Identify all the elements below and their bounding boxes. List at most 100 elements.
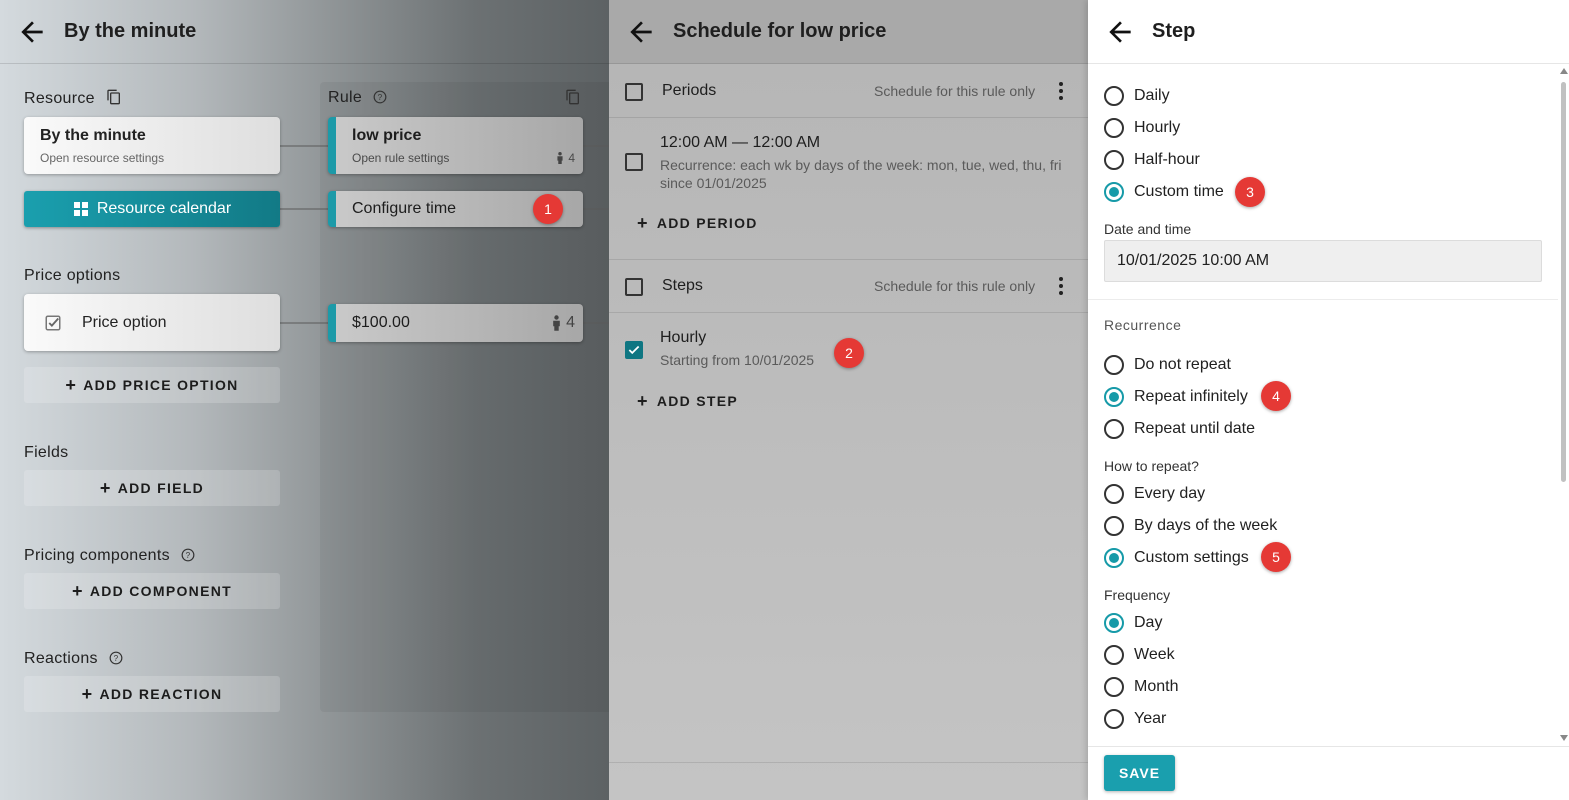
reactions-text: Reactions [24,650,98,667]
step-marker-2: 2 [834,338,864,368]
back-arrow-icon[interactable] [1104,16,1136,48]
plus-icon: + [637,213,649,233]
add-price-option-button[interactable]: + ADD PRICE OPTION [24,367,280,403]
period-recurrence: Recurrence: each wk by days of the week:… [660,157,1062,173]
rule-card[interactable]: low price Open rule settings 4 [328,117,583,174]
copy-icon[interactable] [106,89,122,105]
price-option-label: Price option [82,314,167,331]
add-component-button[interactable]: + ADD COMPONENT [24,573,280,609]
resource-label-text: Resource [24,90,95,107]
help-icon[interactable]: ? [109,651,123,665]
periods-label: Periods [662,82,717,99]
radio-label: Year [1134,710,1167,727]
pricing-components-text: Pricing components [24,547,170,564]
scrollbar[interactable] [1561,82,1566,482]
person-icon [553,315,560,331]
radio-label: Repeat until date [1134,420,1255,437]
more-vert-icon[interactable] [1058,82,1064,102]
help-icon[interactable]: ? [373,90,387,104]
resource-calendar-button[interactable]: Resource calendar [24,191,280,227]
radio-year[interactable]: Year [1104,709,1166,729]
person-icon [557,152,563,164]
radio-label: By days of the week [1134,517,1278,534]
radio-custom-time[interactable]: Custom time [1104,182,1224,202]
step-title: Step [1152,20,1196,42]
radio-ring [1104,677,1124,697]
add-period-button[interactable]: + ADD PERIOD [637,213,758,233]
step-item-checkbox[interactable] [625,341,643,359]
radio-custom-settings[interactable]: Custom settings [1104,548,1249,568]
check-icon [628,345,640,355]
step-name: Hourly [660,329,707,346]
radio-label: Month [1134,678,1179,695]
periods-note: Schedule for this rule only [874,83,1036,99]
plus-icon: + [65,375,78,395]
radio-ring [1104,355,1124,375]
svg-text:?: ? [378,93,383,102]
resource-card[interactable]: By the minute Open resource settings [24,117,280,174]
resource-sub: Open resource settings [40,151,165,165]
add-step-button[interactable]: + ADD STEP [637,391,738,411]
radio-half-hour[interactable]: Half-hour [1104,150,1200,170]
radio-do-not-repeat[interactable]: Do not repeat [1104,355,1231,375]
save-button[interactable]: SAVE [1104,755,1175,791]
radio-by-days-of-week[interactable]: By days of the week [1104,516,1277,536]
date-time-label: Date and time [1104,221,1192,237]
checkbox-check-icon [45,315,61,331]
price-value: $100.00 [352,314,410,331]
price-option-card[interactable]: Price option [24,294,280,351]
step-marker-5: 5 [1261,542,1291,572]
radio-month[interactable]: Month [1104,677,1178,697]
radio-ring [1104,613,1124,633]
date-time-input[interactable]: 10/01/2025 10:00 AM [1104,240,1542,282]
scroll-down-icon[interactable] [1560,735,1568,741]
radio-label: Do not repeat [1134,356,1231,373]
radio-ring [1104,484,1124,504]
radio-label: Hourly [1134,119,1181,136]
price-count: 4 [551,314,575,332]
frequency-label: Frequency [1104,587,1171,603]
back-arrow-icon[interactable] [16,16,48,48]
period-item-checkbox[interactable] [625,153,643,171]
resource-calendar-label: Resource calendar [96,200,232,217]
divider [1088,746,1569,747]
radio-day[interactable]: Day [1104,613,1162,633]
resource-label: Resource [24,89,122,108]
copy-rule-icon[interactable] [565,89,581,105]
divider [609,259,1088,260]
radio-hourly[interactable]: Hourly [1104,118,1180,138]
radio-every-day[interactable]: Every day [1104,484,1205,504]
back-arrow-icon[interactable] [625,16,657,48]
radio-label: Repeat infinitely [1134,388,1248,405]
pricing-components-label: Pricing components ? [24,547,195,565]
plus-icon: + [637,391,649,411]
panel-header: By the minute [0,0,609,64]
radio-label: Day [1134,614,1163,631]
plus-icon: + [81,684,94,704]
periods-checkbox[interactable] [625,83,643,101]
panel-header: Schedule for low price [609,0,1088,64]
reactions-label: Reactions ? [24,650,123,668]
steps-label: Steps [662,277,703,294]
radio-daily[interactable]: Daily [1104,86,1170,106]
price-value-card[interactable]: $100.00 4 [328,304,583,342]
add-reaction-button[interactable]: + ADD REACTION [24,676,280,712]
steps-checkbox[interactable] [625,278,643,296]
help-icon[interactable]: ? [181,548,195,562]
how-to-repeat-label: How to repeat? [1104,458,1199,474]
price-count-value: 4 [566,314,575,331]
radio-repeat-until-date[interactable]: Repeat until date [1104,419,1255,439]
radio-repeat-infinitely[interactable]: Repeat infinitely [1104,387,1248,407]
svg-text:?: ? [185,551,190,560]
step-panel: Step Daily Hourly Half-hour Custom time … [1088,0,1569,800]
resource-panel: By the minute Resource Rule ? By the min… [0,0,609,800]
schedule-panel: Schedule for low price Periods Schedule … [609,0,1088,800]
scroll-up-icon[interactable] [1560,68,1568,74]
rule-count: 4 [555,151,575,165]
radio-week[interactable]: Week [1104,645,1175,665]
rule-sub: Open rule settings [352,151,450,165]
add-component-label: ADD COMPONENT [89,583,232,599]
more-vert-icon[interactable] [1058,277,1064,297]
rule-label: Rule ? [328,89,387,107]
add-field-button[interactable]: + ADD FIELD [24,470,280,506]
